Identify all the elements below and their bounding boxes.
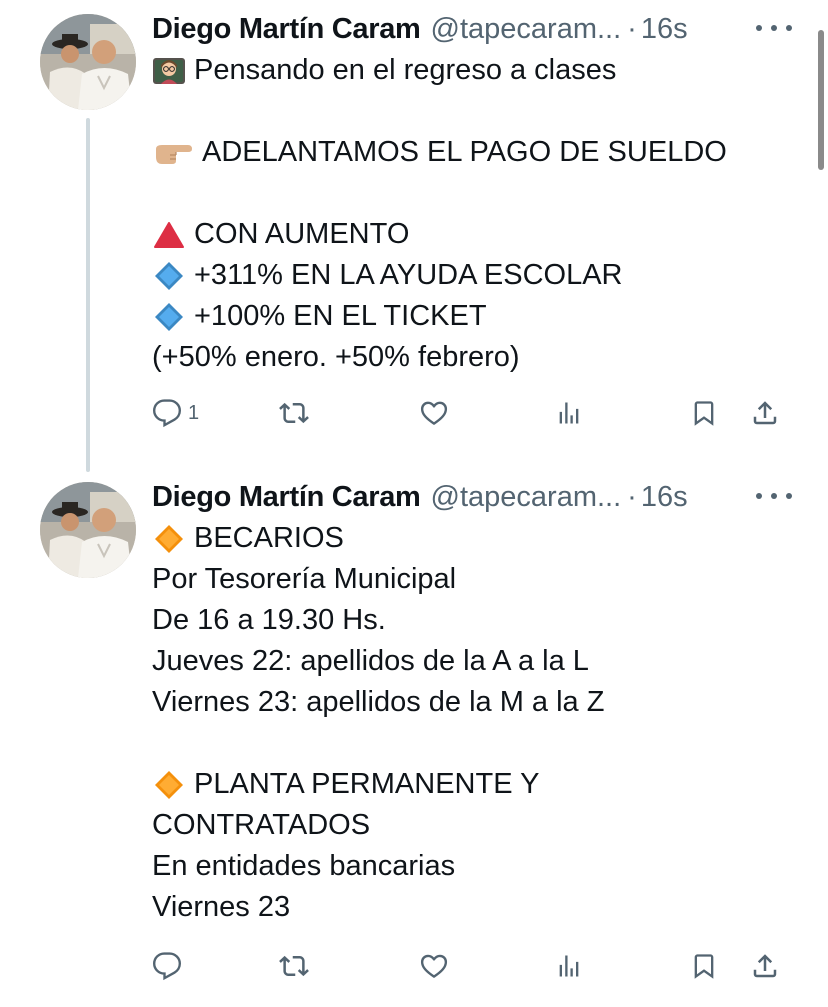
- views-button[interactable]: [555, 946, 583, 986]
- tweet-line-text: Jueves 22: apellidos de la A a la L: [152, 645, 589, 677]
- author-handle[interactable]: @tapecaram...: [431, 476, 622, 518]
- tweet-line-text: +100% EN EL TICKET: [194, 300, 487, 332]
- tweet-line-text: Por Tesorería Municipal: [152, 563, 457, 595]
- tweet-line-text: (+50% enero. +50% febrero): [152, 341, 520, 373]
- share-button[interactable]: [750, 393, 780, 433]
- reply-count: 1: [188, 401, 200, 424]
- bookmark-button[interactable]: [690, 393, 718, 433]
- tweet-line: +100% EN EL TICKET: [152, 296, 788, 337]
- tweet-line-text: Viernes 23: apellidos de la M a la Z: [152, 686, 605, 718]
- author-name[interactable]: Diego Martín Caram: [152, 476, 421, 518]
- like-button[interactable]: [418, 393, 450, 433]
- retweet-icon[interactable]: [278, 951, 310, 981]
- tweet-actions: 1: [152, 393, 788, 433]
- tweet-line-text: +311% EN LA AYUDA ESCOLAR: [194, 259, 623, 291]
- bookmark-icon[interactable]: [690, 951, 718, 981]
- more-icon[interactable]: [756, 486, 792, 506]
- tweet-line-text: CONTRATADOS: [152, 809, 371, 841]
- tweet-line: ADELANTAMOS EL PAGO DE SUELDO: [152, 132, 788, 173]
- tweet-header: Diego Martín Caram @tapecaram... · 16s: [152, 476, 792, 518]
- red-triangle-emoji: [152, 219, 186, 251]
- tweet-text: BECARIOS Por Tesorería Municipal De 16 a…: [152, 518, 788, 928]
- tweet-actions: [152, 946, 788, 986]
- tweet-line: (+50% enero. +50% febrero): [152, 337, 788, 378]
- timestamp[interactable]: 16s: [641, 476, 688, 518]
- tweet-line: Pensando en el regreso a clases: [152, 50, 788, 91]
- tweet-line-text: ADELANTAMOS EL PAGO DE SUELDO: [202, 136, 727, 168]
- more-icon[interactable]: [756, 18, 792, 38]
- blue-diamond-emoji: [152, 260, 186, 292]
- reply-icon[interactable]: [152, 951, 182, 981]
- tweet-line-text: De 16 a 19.30 Hs.: [152, 604, 386, 636]
- tweet-line: PLANTA PERMANENTE Y: [152, 764, 788, 805]
- tweet-content: Diego Martín Caram @tapecaram... · 16s B…: [152, 476, 792, 928]
- tweet-line: CONTRATADOS: [152, 805, 788, 846]
- retweet-icon[interactable]: [278, 398, 310, 428]
- tweet-line: En entidades bancarias: [152, 846, 788, 887]
- tweet-line-text: BECARIOS: [194, 522, 344, 554]
- thread-line: [86, 118, 90, 472]
- separator-dot: ·: [627, 13, 637, 45]
- tweet-line-text: En entidades bancarias: [152, 850, 456, 882]
- reply-button[interactable]: 1: [152, 393, 199, 433]
- share-icon[interactable]: [750, 398, 780, 428]
- orange-diamond-emoji: [152, 523, 186, 555]
- tweet-text: Pensando en el regreso a clases ADELANTA…: [152, 50, 788, 378]
- tweet-line: BECARIOS: [152, 518, 788, 559]
- bookmark-button[interactable]: [690, 946, 718, 986]
- tweet-line: Viernes 23: apellidos de la M a la Z: [152, 682, 788, 723]
- scrollbar[interactable]: [818, 30, 824, 170]
- avatar[interactable]: [40, 14, 136, 110]
- tweet-line: Viernes 23: [152, 887, 788, 928]
- views-icon[interactable]: [555, 951, 583, 981]
- author-handle[interactable]: @tapecaram...: [431, 8, 622, 50]
- pointing-hand-emoji: [152, 137, 194, 169]
- tweet[interactable]: Diego Martín Caram @tapecaram... · 16s P…: [0, 0, 828, 472]
- views-icon[interactable]: [555, 398, 583, 428]
- tweet-line-text: CON AUMENTO: [194, 218, 410, 250]
- retweet-button[interactable]: [278, 393, 310, 433]
- reply-button[interactable]: [152, 946, 188, 986]
- like-icon[interactable]: [418, 951, 450, 981]
- tweet-line: De 16 a 19.30 Hs.: [152, 600, 788, 641]
- tweet[interactable]: Diego Martín Caram @tapecaram... · 16s B…: [0, 468, 828, 1007]
- retweet-button[interactable]: [278, 946, 310, 986]
- reply-icon[interactable]: [152, 398, 182, 428]
- author-name[interactable]: Diego Martín Caram: [152, 8, 421, 50]
- share-icon[interactable]: [750, 951, 780, 981]
- views-button[interactable]: [555, 393, 583, 433]
- tweet-content: Diego Martín Caram @tapecaram... · 16s P…: [152, 8, 792, 378]
- blue-diamond-emoji: [152, 301, 186, 333]
- bookmark-icon[interactable]: [690, 398, 718, 428]
- share-button[interactable]: [750, 946, 780, 986]
- like-icon[interactable]: [418, 398, 450, 428]
- like-button[interactable]: [418, 946, 450, 986]
- teacher-emoji: [152, 55, 186, 87]
- tweet-line-text: PLANTA PERMANENTE Y: [194, 768, 540, 800]
- timeline: Diego Martín Caram @tapecaram... · 16s P…: [0, 0, 828, 1007]
- tweet-line: Por Tesorería Municipal: [152, 559, 788, 600]
- tweet-line: Jueves 22: apellidos de la A a la L: [152, 641, 788, 682]
- tweet-line: +311% EN LA AYUDA ESCOLAR: [152, 255, 788, 296]
- tweet-line: CON AUMENTO: [152, 214, 788, 255]
- separator-dot: ·: [627, 481, 637, 513]
- tweet-header: Diego Martín Caram @tapecaram... · 16s: [152, 8, 792, 50]
- timestamp[interactable]: 16s: [641, 8, 688, 50]
- tweet-line-text: Pensando en el regreso a clases: [194, 54, 617, 86]
- avatar[interactable]: [40, 482, 136, 578]
- tweet-line-text: Viernes 23: [152, 891, 291, 923]
- orange-diamond-emoji: [152, 769, 186, 801]
